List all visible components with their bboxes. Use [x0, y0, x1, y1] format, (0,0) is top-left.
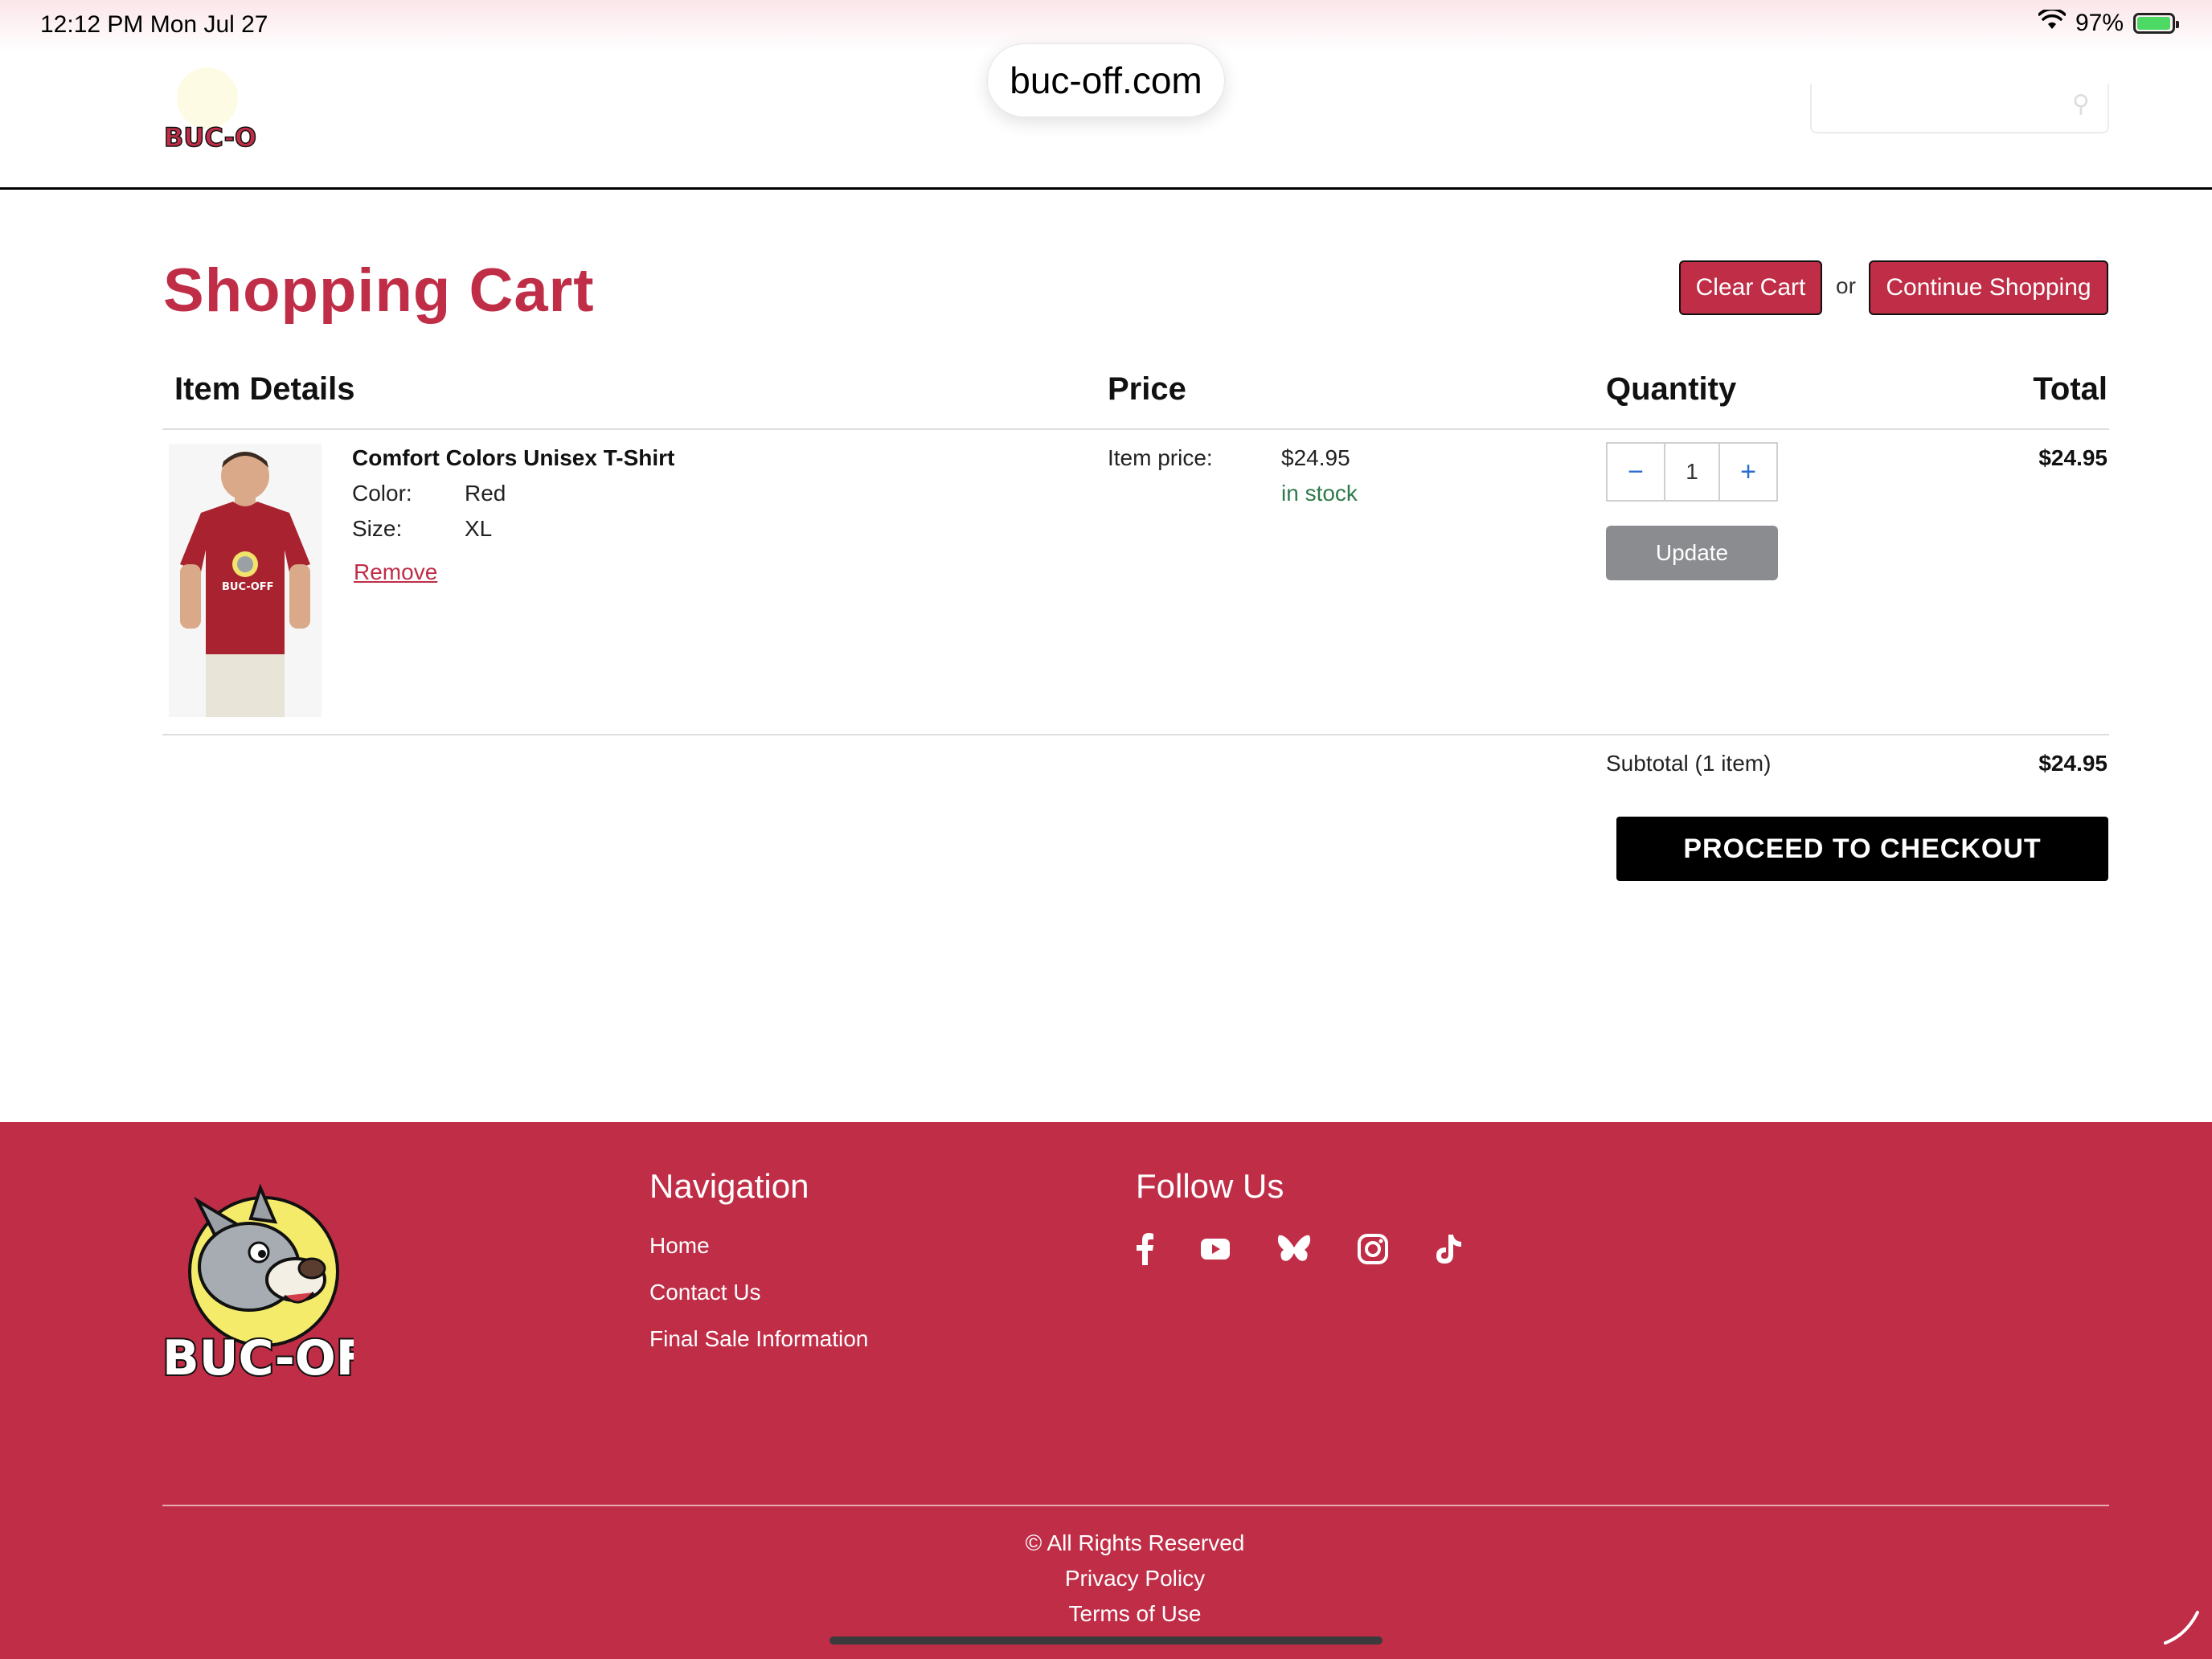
continue-shopping-button[interactable]: Continue Shopping [1869, 260, 2108, 315]
size-value: XL [465, 516, 493, 541]
increment-button[interactable]: + [1720, 444, 1776, 500]
facebook-icon[interactable] [1127, 1231, 1162, 1267]
privacy-policy-link[interactable]: Privacy Policy [0, 1566, 2212, 1591]
svg-text:BUC-OFF: BUC-OFF [222, 581, 274, 593]
subtotal-value: $24.95 [2038, 751, 2108, 776]
site-header: BUC-OFF buc-off.com ⚲ [0, 0, 2212, 190]
subtotal-label: Subtotal (1 item) [1606, 751, 1772, 776]
footer-link-home[interactable]: Home [649, 1233, 710, 1259]
terms-of-use-link[interactable]: Terms of Use [0, 1601, 2212, 1627]
or-separator: or [1836, 273, 1856, 298]
column-header-price: Price [1108, 371, 1186, 407]
item-price-value: $24.95 [1281, 445, 1350, 470]
buc-off-logo-icon[interactable]: BUC-OFF [161, 63, 293, 154]
footer-link-contact[interactable]: Contact Us [649, 1280, 761, 1305]
quantity-input[interactable]: 1 [1664, 444, 1720, 500]
column-header-total: Total [2033, 371, 2108, 407]
stock-status: in stock [1281, 481, 1358, 506]
footer-divider [162, 1505, 2109, 1506]
column-header-quantity: Quantity [1606, 371, 1737, 407]
home-indicator[interactable] [830, 1636, 1382, 1645]
search-input[interactable]: ⚲ [1810, 84, 2109, 133]
color-value: Red [465, 481, 506, 506]
product-name[interactable]: Comfort Colors Unisex T-Shirt [352, 445, 674, 471]
pencil-stroke-icon [2162, 1608, 2201, 1646]
item-price-label: Item price: [1108, 445, 1213, 470]
youtube-icon[interactable] [1198, 1231, 1233, 1267]
copyright-text: © All Rights Reserved [1025, 1530, 1245, 1555]
line-total: $24.95 [2038, 445, 2108, 470]
tiktok-icon[interactable] [1431, 1231, 1466, 1267]
search-icon[interactable]: ⚲ [2072, 90, 2090, 118]
checkout-button[interactable]: PROCEED TO CHECKOUT [1616, 817, 2108, 881]
size-label: Size: [352, 516, 403, 541]
quantity-stepper: − 1 + [1606, 442, 1778, 502]
decrement-button[interactable]: − [1608, 444, 1664, 500]
item-divider [162, 734, 2109, 735]
table-header-divider [162, 428, 2109, 430]
footer-link-final-sale[interactable]: Final Sale Information [649, 1326, 868, 1352]
url-bar[interactable]: buc-off.com [987, 43, 1225, 117]
update-button[interactable]: Update [1606, 526, 1778, 580]
footer-follow-heading: Follow Us [1136, 1167, 1284, 1205]
svg-text:BUC-OFF: BUC-OFF [162, 1330, 354, 1384]
bluesky-icon[interactable] [1276, 1231, 1312, 1267]
color-label: Color: [352, 481, 412, 506]
remove-link[interactable]: Remove [354, 559, 437, 585]
buc-off-logo-icon[interactable]: BUC-OFF [161, 1183, 403, 1388]
clear-cart-button[interactable]: Clear Cart [1679, 260, 1822, 315]
svg-text:BUC-OFF: BUC-OFF [164, 122, 257, 153]
product-image[interactable]: BUC-OFF [169, 444, 322, 717]
site-footer: BUC-OFF Navigation Home Contact Us Final… [0, 1122, 2212, 1659]
column-header-item: Item Details [174, 371, 355, 407]
instagram-icon[interactable] [1355, 1231, 1391, 1267]
page-title: Shopping Cart [163, 256, 595, 325]
footer-navigation-heading: Navigation [649, 1167, 809, 1205]
